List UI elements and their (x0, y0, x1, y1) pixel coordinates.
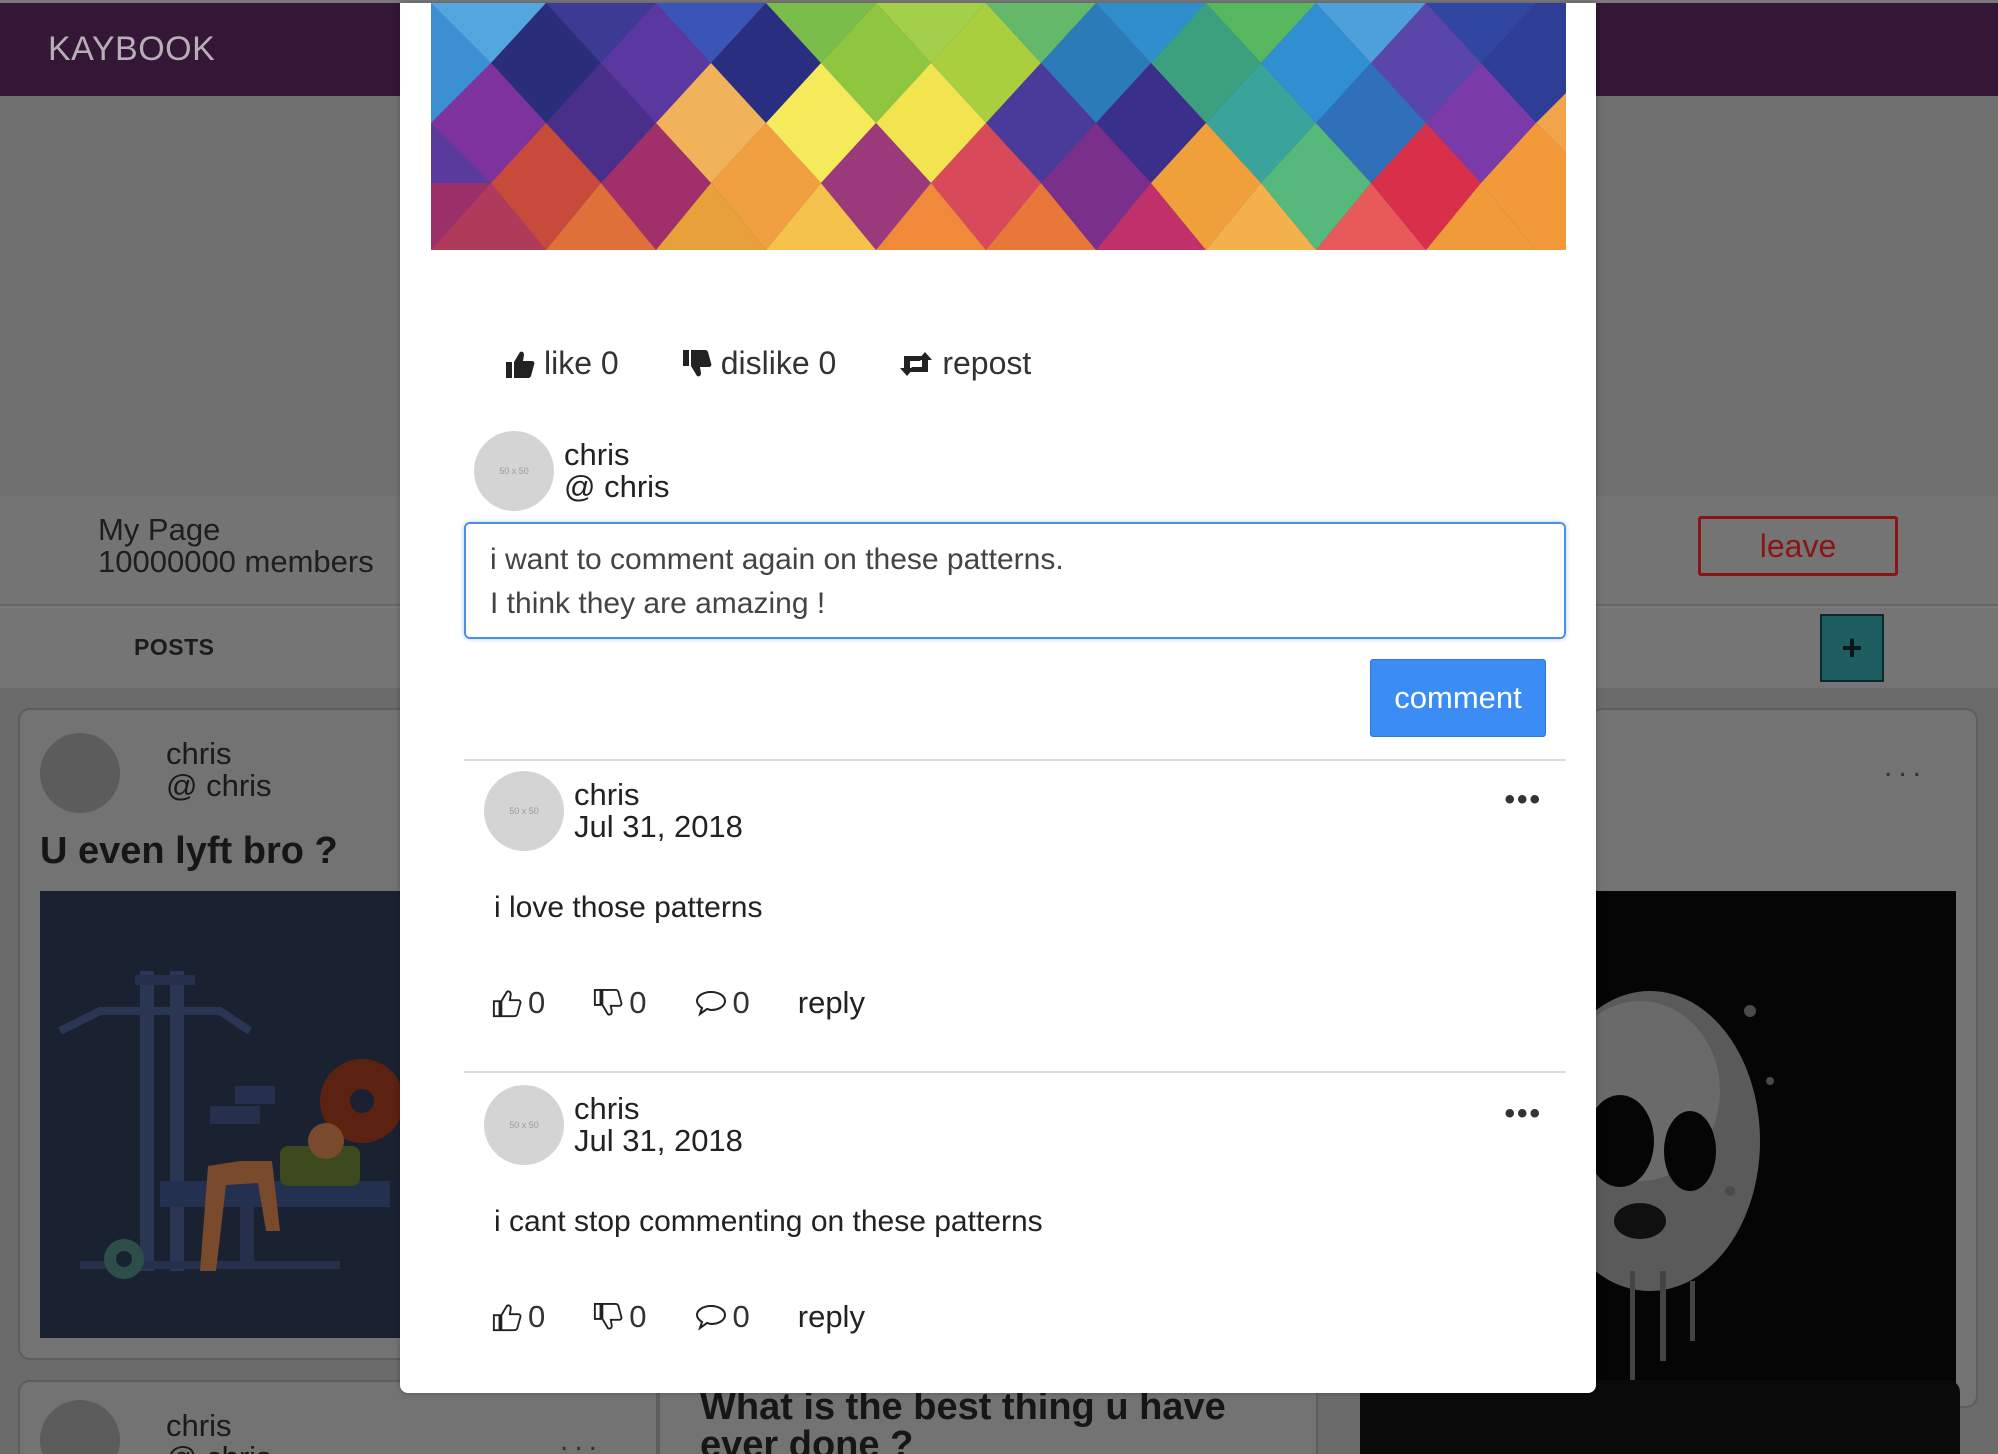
speech-bubble-icon (695, 990, 726, 1017)
comment-replies-button[interactable]: 0 (695, 1299, 750, 1335)
repost-button[interactable]: repost (898, 345, 1031, 382)
retweet-icon (900, 351, 933, 376)
comment-header: 50 x 50 chris Jul 31, 2018 (484, 1085, 743, 1165)
user-name: chris (564, 437, 630, 472)
leave-button[interactable]: leave (1698, 516, 1898, 576)
avatar: 50 x 50 (474, 431, 554, 511)
group-member-count: 10000000 members (98, 544, 374, 579)
brand-logo[interactable]: KAYBOOK (48, 30, 215, 69)
thumbs-down-outline-icon (594, 988, 623, 1016)
comment-submit-button[interactable]: comment (1370, 659, 1546, 737)
thumbs-down-outline-icon (594, 1302, 623, 1330)
thumbs-up-icon (506, 351, 535, 378)
avatar: 50 x 50 (484, 1085, 564, 1165)
group-info: My Page 10000000 members (98, 514, 374, 578)
user-handle: @ chris (564, 469, 670, 504)
post-handle: @ chris (166, 768, 272, 803)
post-menu-icon[interactable]: ... (560, 1424, 603, 1454)
reply-link[interactable]: reply (798, 1299, 865, 1335)
thumbs-up-outline-icon (492, 990, 522, 1018)
comment-like-button[interactable]: 0 (492, 985, 545, 1021)
like-label: like 0 (544, 345, 619, 381)
dislike-label: dislike 0 (720, 345, 837, 381)
dislike-button[interactable]: dislike 0 (681, 345, 837, 382)
comment-meta: chris Jul 31, 2018 (574, 779, 743, 843)
comment-author: chris (574, 1091, 640, 1126)
comment-dislike-count: 0 (629, 1299, 647, 1334)
thumbs-down-icon (682, 349, 712, 376)
add-post-button[interactable]: + (1820, 614, 1884, 682)
comment-header: 50 x 50 chris Jul 31, 2018 (484, 771, 743, 851)
gym-illustration (40, 891, 400, 1338)
post-author-meta: chris @ chris (166, 1410, 272, 1454)
comment-like-count: 0 (528, 1299, 546, 1334)
current-user: 50 x 50 chris @ chris (474, 431, 670, 511)
post-menu-icon[interactable]: ... (1884, 750, 1927, 784)
comment-text: i love those patterns (494, 891, 763, 924)
post-image-patterns (431, 3, 1566, 250)
avatar (40, 733, 120, 813)
comment-dislike-count: 0 (629, 985, 647, 1020)
comment-menu-icon[interactable]: ••• (1504, 1097, 1542, 1131)
post-author: chris (166, 736, 232, 771)
comment-reply-count: 0 (732, 1299, 750, 1334)
comment-actions: 0 0 0 reply (492, 985, 865, 1021)
colorful-pattern-image (431, 3, 1566, 250)
avatar: 50 x 50 (484, 771, 564, 851)
comment-input[interactable]: i want to comment again on these pattern… (464, 522, 1566, 639)
post-title: What is the best thing u have ever done … (700, 1386, 1226, 1454)
post-handle: @ chris (166, 1442, 272, 1454)
comment-menu-icon[interactable]: ••• (1504, 783, 1542, 817)
comment-date: Jul 31, 2018 (574, 809, 743, 844)
comment-meta: chris Jul 31, 2018 (574, 1093, 743, 1157)
speech-bubble-icon (695, 1304, 726, 1331)
comment-author: chris (574, 777, 640, 812)
reply-link[interactable]: reply (798, 985, 865, 1021)
avatar-placeholder-text: 50 x 50 (509, 1120, 539, 1130)
comment-dislike-button[interactable]: 0 (593, 1299, 647, 1335)
comment-replies-button[interactable]: 0 (695, 985, 750, 1021)
comment-actions: 0 0 0 reply (492, 1299, 865, 1335)
group-title: My Page (98, 512, 221, 547)
comment-item: 50 x 50 chris Jul 31, 2018 ••• i love th… (464, 761, 1566, 1061)
avatar-placeholder-text: 50 x 50 (499, 466, 529, 476)
repost-label: repost (942, 345, 1032, 381)
post-image-gym[interactable] (40, 891, 400, 1338)
divider (464, 1071, 1566, 1073)
thumbs-up-outline-icon (492, 1304, 522, 1332)
avatar-placeholder-text: 50 x 50 (509, 806, 539, 816)
tab-posts[interactable]: POSTS (134, 634, 214, 661)
comment-like-count: 0 (528, 985, 546, 1020)
comment-text: i cant stop commenting on these patterns (494, 1205, 1043, 1238)
post-title: U even lyft bro ? (40, 830, 338, 872)
comment-like-button[interactable]: 0 (492, 1299, 545, 1335)
post-image-panda[interactable] (1580, 891, 1956, 1454)
comment-reply-count: 0 (732, 985, 750, 1020)
post-actions: like 0 dislike 0 repost (504, 345, 1093, 382)
like-button[interactable]: like 0 (504, 345, 619, 382)
panda-illustration (1580, 891, 1956, 1454)
post-detail-modal: like 0 dislike 0 repost 50 x 50 chris @ … (400, 3, 1596, 1393)
comment-dislike-button[interactable]: 0 (593, 985, 647, 1021)
post-author: chris (166, 1408, 232, 1443)
comment-date: Jul 31, 2018 (574, 1123, 743, 1158)
comment-item: 50 x 50 chris Jul 31, 2018 ••• i cant st… (464, 1075, 1566, 1375)
post-author-meta: chris @ chris (166, 738, 272, 802)
user-meta: chris @ chris (564, 439, 670, 503)
